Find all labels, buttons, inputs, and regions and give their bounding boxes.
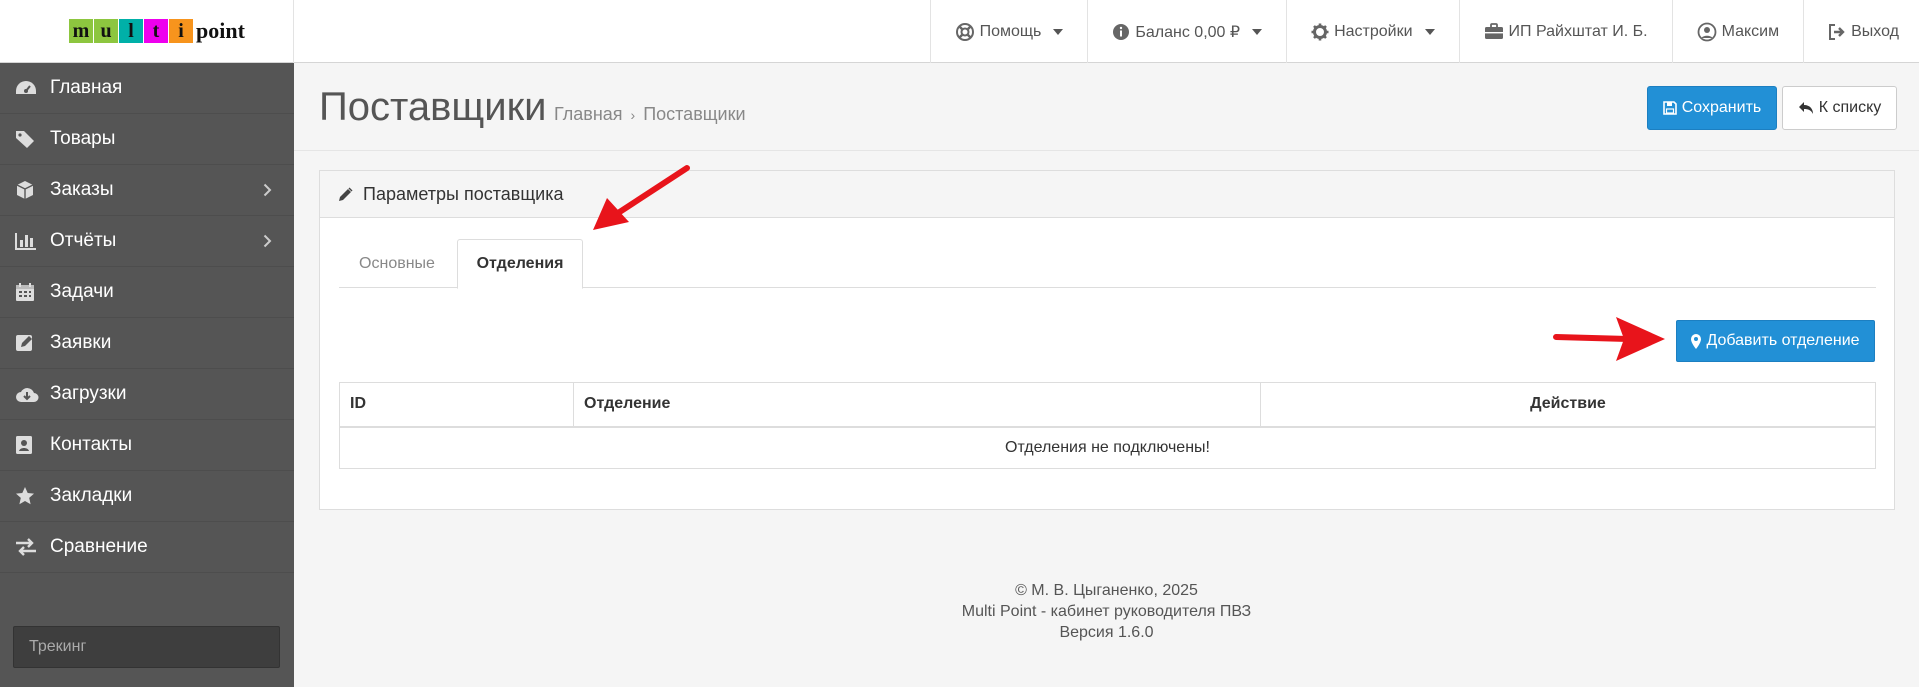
- sidebar-item-main[interactable]: Главная: [0, 63, 294, 114]
- logo-area[interactable]: m u l t i point: [0, 0, 294, 63]
- departments-table: ID Отделение Действие Отделения не подкл…: [339, 382, 1876, 469]
- sidebar-item-products[interactable]: Товары: [0, 114, 294, 165]
- sidebar-item-label: Товары: [50, 128, 116, 149]
- caret-down-icon: [1424, 28, 1435, 35]
- user-circle-icon: [1697, 22, 1716, 41]
- sidebar-item-reports[interactable]: Отчёты: [0, 216, 294, 267]
- chevron-right-icon: [263, 234, 272, 248]
- logo-letter: l: [119, 19, 143, 43]
- sidebar-item-label: Отчёты: [50, 230, 117, 251]
- tracking-input[interactable]: [13, 626, 280, 668]
- sidebar-item-label: Заказы: [50, 179, 114, 200]
- briefcase-icon: [1484, 23, 1503, 39]
- org-label: ИП Райхштат И. Б.: [1508, 22, 1648, 40]
- balance-menu[interactable]: Баланс 0,00 ₽: [1087, 0, 1286, 63]
- table-header-row: ID Отделение Действие: [339, 382, 1876, 428]
- caret-down-icon: [1053, 28, 1064, 35]
- page-title: Поставщики: [319, 85, 547, 129]
- sidebar-item-label: Загрузки: [50, 383, 127, 404]
- chevron-right-icon: [263, 183, 272, 197]
- save-button[interactable]: Сохранить: [1647, 86, 1777, 130]
- sidebar-item-label: Главная: [50, 77, 123, 98]
- balance-label: Баланс 0,00 ₽: [1135, 23, 1241, 41]
- settings-menu[interactable]: Настройки: [1286, 0, 1458, 63]
- gear-icon: [1311, 23, 1329, 40]
- tags-icon: [15, 128, 41, 150]
- sign-out-icon: [1829, 23, 1845, 40]
- top-nav: Помощь Баланс 0,00 ₽ Настройки ИП Райхшт…: [929, 0, 1919, 63]
- org-menu[interactable]: ИП Райхштат И. Б.: [1458, 0, 1672, 63]
- footer: © М. В. Цыганенко, 2025 Multi Point - ка…: [294, 580, 1919, 643]
- sidebar-item-orders[interactable]: Заказы: [0, 165, 294, 216]
- sidebar-item-contacts[interactable]: Контакты: [0, 420, 294, 471]
- caret-down-icon: [1252, 28, 1263, 35]
- logo[interactable]: m u l t i point: [69, 19, 245, 43]
- back-button-label: К списку: [1818, 99, 1882, 116]
- annotation-arrow-icon: [1553, 317, 1665, 361]
- settings-label: Настройки: [1334, 22, 1413, 40]
- sidebar-item-label: Заявки: [50, 332, 112, 353]
- page-header: Поставщики Главная › Поставщики Сохранит…: [294, 63, 1919, 151]
- logo-letter: t: [144, 19, 168, 43]
- help-label: Помощь: [979, 22, 1042, 40]
- star-icon: [15, 485, 41, 507]
- breadcrumb-separator: ›: [630, 106, 636, 123]
- tab-departments[interactable]: Отделения: [457, 239, 583, 289]
- logo-letter: m: [69, 19, 93, 43]
- panel-title: Параметры поставщика: [363, 183, 564, 204]
- sidebar-item-requests[interactable]: Заявки: [0, 318, 294, 369]
- tab-main[interactable]: Основные: [339, 239, 455, 288]
- sidebar-item-label: Задачи: [50, 281, 114, 302]
- tabs: Основные Отделения: [339, 239, 1876, 289]
- breadcrumb-home-link[interactable]: Главная: [554, 104, 623, 125]
- save-button-label: Сохранить: [1681, 99, 1762, 116]
- logo-letter: u: [94, 19, 118, 43]
- footer-copyright: © М. В. Цыганенко, 2025: [1015, 582, 1198, 599]
- logo-suffix: point: [196, 18, 245, 43]
- column-header-id[interactable]: ID: [339, 382, 574, 428]
- exchange-icon: [15, 536, 41, 558]
- help-menu[interactable]: Помощь: [929, 0, 1088, 63]
- annotation-arrow-icon: [593, 165, 690, 230]
- top-header: m u l t i point Помощь Баланс 0,00 ₽ Нас…: [0, 0, 1919, 63]
- sidebar-item-label: Контакты: [50, 434, 133, 455]
- logout-label: Выход: [1851, 22, 1899, 40]
- sidebar-item-tasks[interactable]: Задачи: [0, 267, 294, 318]
- add-department-label: Добавить отделение: [1706, 332, 1860, 349]
- breadcrumb-current: Поставщики: [643, 104, 746, 124]
- sidebar-item-downloads[interactable]: Загрузки: [0, 369, 294, 420]
- sidebar-item-bookmarks[interactable]: Закладки: [0, 471, 294, 522]
- cloud-download-icon: [15, 383, 41, 405]
- address-book-icon: [15, 434, 41, 456]
- footer-version: Версия 1.6.0: [1059, 624, 1154, 641]
- map-marker-icon: [1691, 333, 1702, 349]
- panel-heading: Параметры поставщика: [320, 171, 1894, 218]
- table-row: Отделения не подключены!: [339, 426, 1876, 469]
- pencil-icon: [339, 187, 353, 201]
- life-ring-icon: [955, 22, 974, 41]
- sidebar-item-label: Сравнение: [50, 536, 148, 557]
- sidebar: Главная Товары Заказы Отчёты Задачи Заяв…: [0, 63, 294, 687]
- user-menu[interactable]: Максим: [1671, 0, 1804, 63]
- user-label: Максим: [1721, 22, 1780, 40]
- bar-chart-icon: [15, 230, 41, 252]
- column-header-department[interactable]: Отделение: [573, 382, 1261, 428]
- breadcrumb: Главная › Поставщики: [554, 104, 746, 125]
- info-circle-icon: [1113, 23, 1130, 40]
- reply-icon: [1798, 102, 1813, 114]
- column-header-action: Действие: [1260, 382, 1876, 428]
- add-department-button[interactable]: Добавить отделение: [1676, 320, 1875, 362]
- logo-letter: i: [169, 19, 193, 43]
- footer-product: Multi Point - кабинет руководителя ПВЗ: [961, 603, 1252, 620]
- floppy-disk-icon: [1662, 101, 1677, 115]
- dashboard-icon: [15, 77, 41, 99]
- empty-table-message: Отделения не подключены!: [339, 426, 1876, 469]
- back-to-list-button[interactable]: К списку: [1782, 86, 1897, 130]
- sidebar-item-compare[interactable]: Сравнение: [0, 522, 294, 573]
- sidebar-item-label: Закладки: [50, 485, 133, 506]
- calendar-icon: [15, 281, 41, 303]
- cube-icon: [15, 179, 41, 201]
- logout-link[interactable]: Выход: [1803, 0, 1919, 63]
- edit-icon: [15, 332, 41, 354]
